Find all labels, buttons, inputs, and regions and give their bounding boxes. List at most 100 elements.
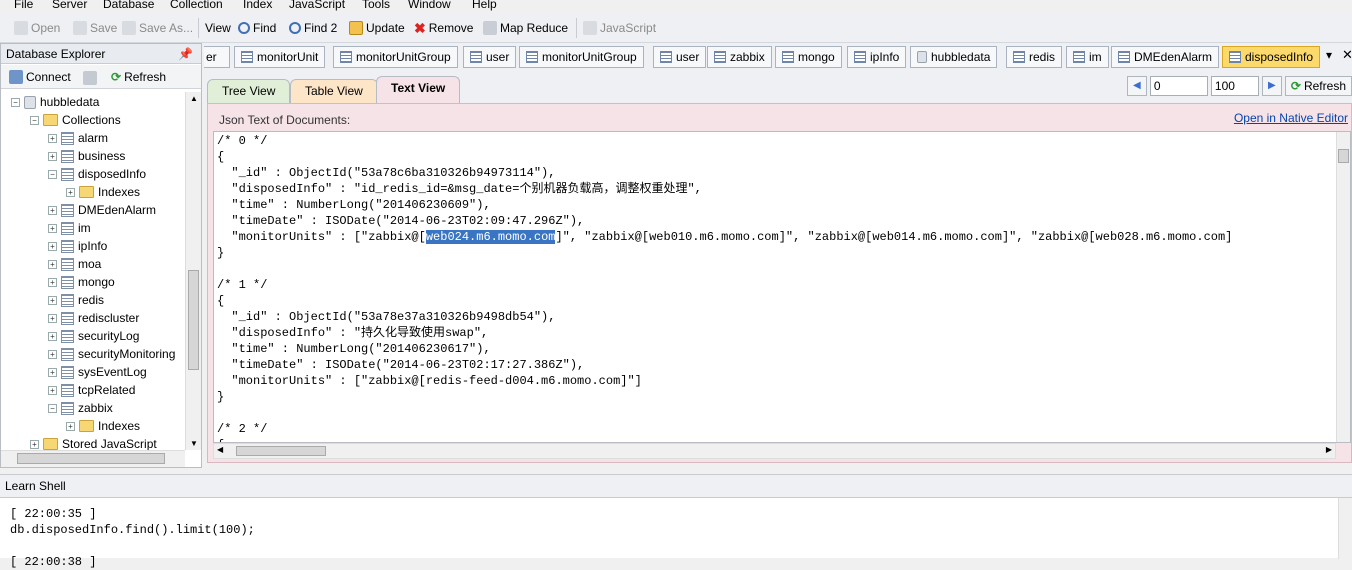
tree-vertical-scrollbar[interactable]: ▲ ▼ (185, 92, 201, 450)
editor-horizontal-scrollbar[interactable]: ◀ ▶ (213, 443, 1336, 459)
document-tab[interactable]: im (1066, 46, 1109, 68)
tree-node-indexes[interactable]: + Indexes (66, 183, 140, 201)
expand-icon[interactable]: + (48, 313, 57, 323)
disconnect-icon[interactable] (83, 71, 97, 85)
javascript-button[interactable]: JavaScript (583, 18, 656, 38)
scroll-up-icon[interactable]: ▲ (190, 94, 198, 103)
document-tab[interactable]: monitorUnit (234, 46, 326, 68)
expand-icon[interactable]: + (48, 151, 57, 161)
tab-text-view[interactable]: Text View (376, 76, 461, 103)
expand-icon[interactable]: + (66, 421, 75, 431)
expand-icon[interactable]: + (48, 367, 57, 377)
tab-list-dropdown-icon[interactable]: ▾ (1326, 48, 1332, 62)
skip-input[interactable]: 0 (1149, 76, 1208, 96)
document-tab[interactable]: hubbledata (910, 46, 998, 68)
tree-node-db[interactable]: − hubbledata (11, 93, 99, 111)
scroll-left-icon[interactable]: ◀ (217, 445, 223, 454)
previous-page-icon[interactable]: ◀ (1126, 76, 1147, 96)
document-tab[interactable]: monitorUnitGroup (333, 46, 458, 68)
menu-server[interactable]: Server (52, 0, 87, 12)
tree-horizontal-scrollbar[interactable] (1, 450, 185, 467)
expand-icon[interactable]: + (48, 385, 57, 395)
tree-node-collection[interactable]: − disposedInfo (48, 165, 146, 183)
close-icon[interactable]: ✕ (1342, 47, 1352, 63)
results-refresh-button[interactable]: ⟳ Refresh (1284, 76, 1352, 96)
menu-help[interactable]: Help (472, 0, 497, 12)
save-as-button[interactable]: Save As... (122, 18, 193, 38)
limit-input[interactable]: 100 (1210, 76, 1259, 96)
menu-javascript[interactable]: JavaScript (289, 0, 345, 12)
document-tab[interactable]: ipInfo (847, 46, 907, 68)
document-tab[interactable]: er (204, 46, 230, 68)
tree-node-stored-js[interactable]: + Stored JavaScript (30, 435, 157, 450)
tree-node-collection[interactable]: + ipInfo (48, 237, 107, 255)
tree-node-collection[interactable]: + redis (48, 291, 104, 309)
expand-icon[interactable]: + (48, 241, 57, 251)
update-button[interactable]: Update (349, 18, 405, 38)
tree-node-collection[interactable]: + tcpRelated (48, 381, 135, 399)
json-text-editor[interactable]: /* 0 */ { "_id" : ObjectId("53a78c6ba3103… (213, 131, 1351, 443)
document-tab[interactable]: zabbix (707, 46, 772, 68)
document-tab-active[interactable]: disposedInfo (1222, 46, 1321, 68)
tree-node-collection[interactable]: − zabbix (48, 399, 113, 417)
expand-icon[interactable]: + (48, 133, 57, 143)
expand-icon[interactable]: + (48, 277, 57, 287)
scroll-thumb[interactable] (17, 453, 165, 464)
tree-node-collection[interactable]: + im (48, 219, 91, 237)
tree-node-collection[interactable]: + securityLog (48, 327, 139, 345)
tree-node-collection[interactable]: + securityMonitoring (48, 345, 175, 363)
editor-vertical-scrollbar[interactable] (1336, 132, 1350, 442)
expand-icon[interactable]: + (48, 259, 57, 269)
tree-node-collection[interactable]: + sysEventLog (48, 363, 147, 381)
scroll-thumb[interactable] (1338, 149, 1349, 163)
find2-button[interactable]: Find 2 (289, 18, 337, 38)
document-tab[interactable]: DMEdenAlarm (1111, 46, 1220, 68)
connect-button[interactable]: Connect (9, 67, 71, 87)
collapse-icon[interactable]: − (11, 97, 20, 107)
document-tab[interactable]: user (463, 46, 517, 68)
map-reduce-button[interactable]: Map Reduce (483, 18, 568, 38)
tree-node-collection[interactable]: + moa (48, 255, 101, 273)
shell-vertical-scrollbar[interactable] (1338, 498, 1352, 559)
explorer-refresh-button[interactable]: ⟳ Refresh (111, 67, 166, 87)
tree-node-collection[interactable]: + business (48, 147, 125, 165)
menu-tools[interactable]: Tools (362, 0, 390, 12)
menu-database[interactable]: Database (103, 0, 154, 12)
expand-icon[interactable]: + (48, 205, 57, 215)
document-tab[interactable]: monitorUnitGroup (519, 46, 644, 68)
expand-icon[interactable]: + (48, 349, 57, 359)
collapse-icon[interactable]: − (48, 169, 57, 179)
pin-icon[interactable]: 📌 (178, 44, 193, 64)
scroll-down-icon[interactable]: ▼ (190, 439, 198, 448)
expand-icon[interactable]: + (48, 295, 57, 305)
open-button[interactable]: Open (14, 18, 60, 38)
scroll-thumb[interactable] (188, 270, 199, 370)
collapse-icon[interactable]: − (48, 403, 57, 413)
tab-tree-view[interactable]: Tree View (207, 79, 291, 103)
menu-window[interactable]: Window (408, 0, 451, 12)
tree-node-collection[interactable]: + alarm (48, 129, 108, 147)
tree-node-collection[interactable]: + rediscluster (48, 309, 139, 327)
expand-icon[interactable]: + (48, 331, 57, 341)
tree-node-collection[interactable]: + DMEdenAlarm (48, 201, 156, 219)
menu-index[interactable]: Index (243, 0, 272, 12)
find-button[interactable]: Find (238, 18, 276, 38)
tab-table-view[interactable]: Table View (290, 79, 378, 103)
scroll-thumb[interactable] (236, 446, 326, 456)
tree-node-indexes[interactable]: + Indexes (66, 417, 140, 435)
expand-icon[interactable]: + (66, 187, 75, 197)
tree-node-collection[interactable]: + mongo (48, 273, 115, 291)
next-page-icon[interactable]: ▶ (1261, 76, 1282, 96)
document-tab[interactable]: mongo (775, 46, 842, 68)
tree-node-collections[interactable]: − Collections (30, 111, 121, 129)
scroll-right-icon[interactable]: ▶ (1326, 445, 1332, 454)
expand-icon[interactable]: + (48, 223, 57, 233)
collapse-icon[interactable]: − (30, 115, 39, 125)
menu-collection[interactable]: Collection (170, 0, 223, 12)
document-tab[interactable]: user (653, 46, 707, 68)
save-button[interactable]: Save (73, 18, 117, 38)
learn-shell-output[interactable]: [ 22:00:35 ] db.disposedInfo.find().limit… (0, 497, 1352, 569)
document-tab[interactable]: redis (1006, 46, 1063, 68)
menu-file[interactable]: File (14, 0, 33, 12)
view-button[interactable]: View (205, 18, 231, 38)
